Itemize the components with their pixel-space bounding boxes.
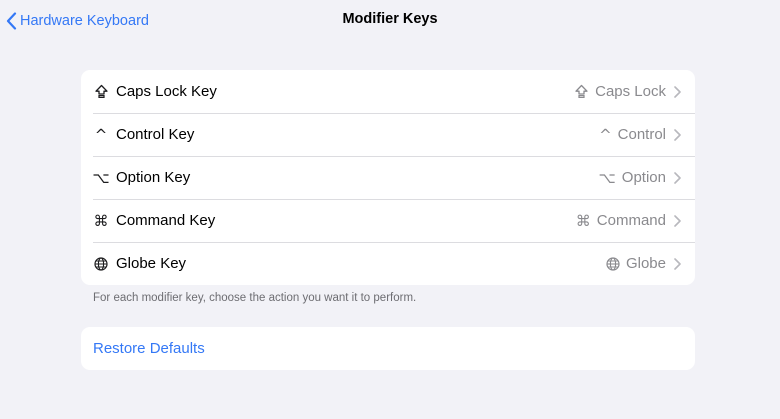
control-icon: ^ [94,125,108,144]
row-label: Caps Lock Key [116,83,217,100]
row-caps-lock-key[interactable]: Caps Lock Key Caps Lock [81,70,695,113]
row-globe-key[interactable]: Globe Key Globe [81,242,695,285]
row-label: Control Key [116,126,195,143]
chevron-right-icon [674,171,681,184]
command-icon: ⌘ [93,211,109,230]
globe-icon [93,256,109,271]
row-control-key[interactable]: ^ Control Key ^ Control [81,113,695,156]
row-value-label: Command [596,212,666,229]
chevron-right-icon [674,214,681,227]
section-footnote: For each modifier key, choose the action… [93,292,417,304]
chevron-right-icon [674,128,681,141]
command-icon: ⌘ [575,211,591,230]
page-title: Modifier Keys [342,11,438,27]
row-label: Command Key [116,212,216,229]
globe-icon [606,256,620,271]
row-option-key[interactable]: ⌥ Option Key ⌥ Option [81,156,695,199]
caps-lock-icon [93,84,109,99]
row-value-label: Globe [625,255,666,272]
option-icon: ⌥ [598,168,616,187]
row-value: Globe [606,255,666,272]
row-value-label: Option [621,169,666,186]
option-icon: ⌥ [92,168,110,187]
restore-defaults-group: Restore Defaults [81,327,695,370]
row-label: Option Key [116,169,191,186]
control-icon: ^ [599,125,612,144]
row-value-label: Caps Lock [595,83,666,100]
restore-defaults-button[interactable]: Restore Defaults [93,340,205,357]
row-value: ⌥ Option [599,169,667,187]
row-command-key[interactable]: ⌘ Command Key ⌘ Command [81,199,695,242]
row-value: ^ Control [599,126,666,144]
row-value: Caps Lock [574,83,666,100]
modifier-keys-list: Caps Lock Key Caps Lock ^ Control Key ^ … [81,70,695,285]
caps-lock-icon [574,84,589,99]
chevron-right-icon [674,85,681,98]
navigation-bar: Hardware Keyboard Modifier Keys [0,0,780,42]
row-label: Globe Key [116,255,187,272]
row-value-label: Control [617,126,666,143]
chevron-right-icon [674,257,681,270]
row-value: ⌘ Command [576,212,666,230]
